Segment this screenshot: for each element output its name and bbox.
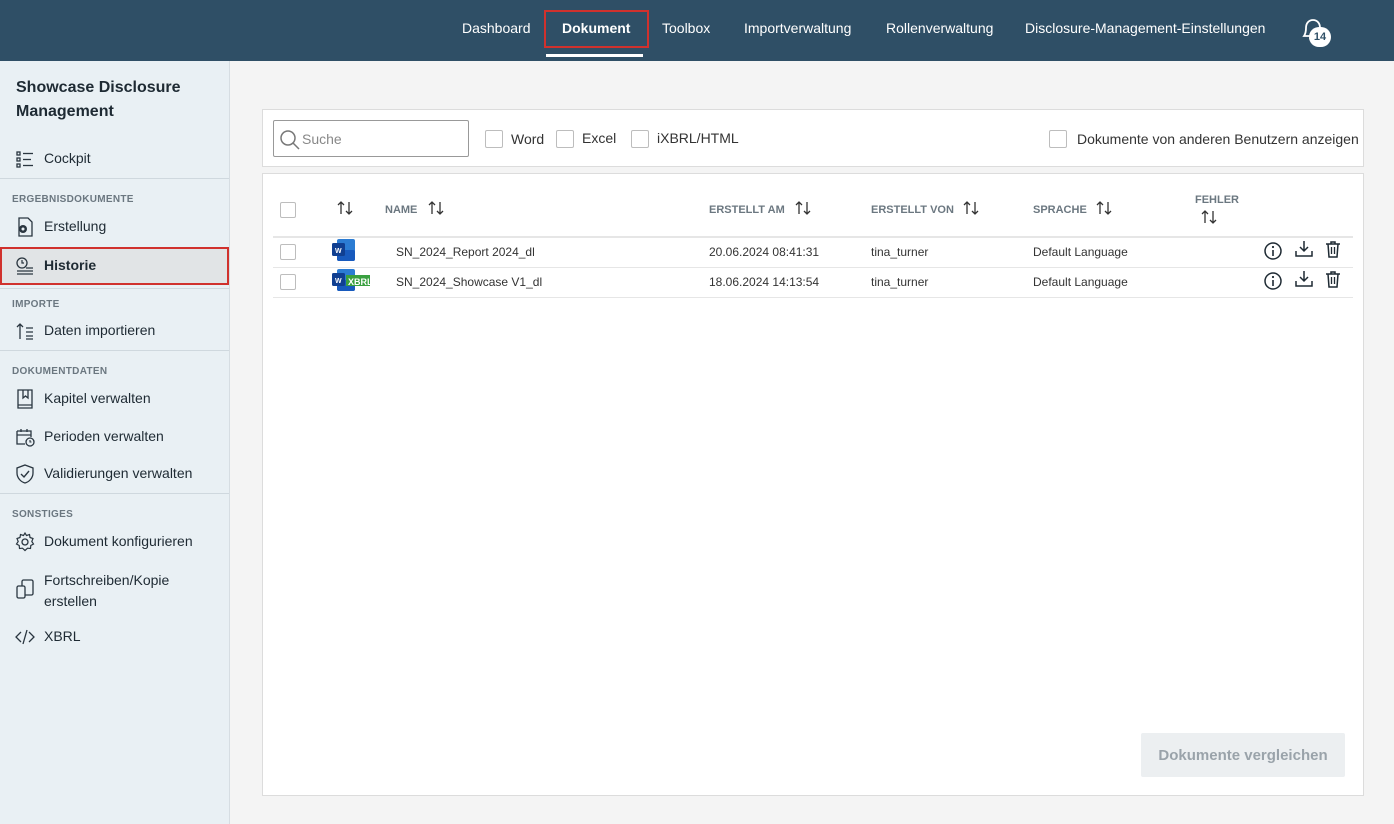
notification-badge: 14 — [1309, 27, 1331, 47]
sidebar-item-daten-importieren[interactable]: Daten importieren — [0, 314, 229, 348]
nav-rollenverwaltung[interactable]: Rollenverwaltung — [886, 0, 993, 58]
sidebar-item-label: Fortschreiben/Kopie — [44, 572, 170, 588]
sidebar-item-perioden[interactable]: Perioden verwalten — [0, 420, 229, 454]
row-divider — [273, 297, 1353, 298]
row-checkbox[interactable] — [280, 244, 296, 260]
nav-importverwaltung[interactable]: Importverwaltung — [744, 0, 851, 58]
active-tab-indicator — [546, 54, 643, 57]
header-sprache[interactable]: SPRACHE — [1033, 204, 1087, 216]
row-name[interactable]: SN_2024_Report 2024_dl — [396, 245, 535, 259]
sidebar-title: Showcase Disclosure Management — [16, 79, 181, 120]
word-label: Word — [511, 131, 545, 147]
header-fehler[interactable]: FEHLER — [1195, 194, 1239, 206]
select-all-checkbox[interactable] — [280, 202, 296, 218]
download-icon[interactable] — [1294, 269, 1314, 289]
sort-icon[interactable] — [1096, 200, 1112, 216]
document-create-icon — [18, 217, 33, 237]
svg-text:W: W — [335, 248, 342, 255]
sort-icon[interactable] — [795, 200, 811, 216]
header-divider — [273, 236, 1353, 238]
row-date: 20.06.2024 08:41:31 — [709, 245, 820, 259]
row-date: 18.06.2024 14:13:54 — [709, 275, 820, 289]
sidebar-item-cockpit[interactable]: Cockpit — [0, 142, 229, 176]
sidebar-item-label: Kapitel verwalten — [44, 390, 151, 406]
sidebar-item-label: Validierungen verwalten — [44, 465, 193, 481]
download-icon[interactable] — [1294, 239, 1314, 259]
row-language: Default Language — [1033, 245, 1128, 259]
search-input[interactable] — [302, 129, 462, 149]
filter-bar: Word Excel iXBRL/HTML Dokumente von ande… — [262, 109, 1364, 167]
sidebar-item-label: Dokument konfigurieren — [44, 533, 193, 549]
word-checkbox[interactable] — [485, 130, 503, 148]
word-file-icon: W — [332, 239, 355, 261]
section-label-sonstiges: SONSTIGES — [12, 509, 74, 520]
row-divider — [273, 267, 1353, 268]
nav-toolbox[interactable]: Toolbox — [662, 0, 710, 58]
excel-label: Excel — [582, 130, 617, 146]
section-label-dokumentdaten: DOKUMENTDATEN — [12, 366, 108, 377]
sort-icon[interactable] — [428, 200, 444, 216]
documents-table: NAME ERSTELLT AM ERSTELLT VON SPRACHE FE… — [262, 173, 1364, 796]
info-icon[interactable] — [1263, 271, 1283, 291]
divider — [0, 350, 229, 351]
copy-device-icon — [16, 579, 34, 599]
header-erstellt-von[interactable]: ERSTELLT VON — [871, 204, 954, 216]
divider — [0, 178, 229, 179]
top-nav-bar: Dashboard Dokument Toolbox Importverwalt… — [0, 0, 1394, 61]
excel-checkbox[interactable] — [556, 130, 574, 148]
sidebar-item-label: Daten importieren — [44, 322, 156, 338]
compare-documents-button[interactable]: Dokumente vergleichen — [1141, 733, 1345, 777]
xbrl-badge: XBRL — [348, 277, 373, 287]
sidebar-item-konfigurieren[interactable]: Dokument konfigurieren — [0, 525, 229, 559]
sidebar: Showcase Disclosure Management Cockpit E… — [0, 61, 230, 824]
sort-icon[interactable] — [963, 200, 979, 216]
search-icon — [280, 130, 300, 150]
sidebar-item-label: XBRL — [44, 628, 81, 644]
import-icon — [16, 323, 33, 340]
ixbrl-checkbox[interactable] — [631, 130, 649, 148]
row-user: tina_turner — [871, 275, 929, 289]
code-icon — [15, 629, 35, 645]
cockpit-icon — [16, 151, 33, 168]
divider — [0, 493, 229, 494]
sidebar-item-xbrl[interactable]: XBRL — [0, 620, 229, 654]
sidebar-item-validierungen[interactable]: Validierungen verwalten — [0, 457, 229, 491]
info-icon[interactable] — [1263, 241, 1283, 261]
sidebar-item-label: Perioden verwalten — [44, 428, 164, 444]
section-label-ergebnis: ERGEBNISDOKUMENTE — [12, 194, 134, 205]
other-users-checkbox[interactable] — [1049, 130, 1067, 148]
sidebar-highlight-box — [0, 247, 229, 285]
row-checkbox[interactable] — [280, 274, 296, 290]
gear-icon — [15, 531, 35, 552]
shield-check-icon — [16, 464, 34, 484]
book-icon — [17, 389, 33, 409]
svg-text:W: W — [335, 278, 342, 285]
header-name[interactable]: NAME — [385, 204, 417, 216]
nav-dashboard[interactable]: Dashboard — [462, 0, 531, 58]
sidebar-item-kapitel[interactable]: Kapitel verwalten — [0, 382, 229, 416]
nav-highlight-box — [544, 10, 649, 48]
sidebar-item-label: Erstellung — [44, 218, 107, 234]
nav-disclosure-settings[interactable]: Disclosure-Management-Einstellungen — [1025, 0, 1265, 58]
row-user: tina_turner — [871, 245, 929, 259]
calendar-clock-icon — [16, 429, 35, 447]
sort-icon[interactable] — [1201, 209, 1217, 225]
trash-icon[interactable] — [1323, 239, 1343, 259]
sidebar-item-fortschreiben[interactable]: Fortschreiben/Kopie erstellen — [0, 562, 229, 612]
row-language: Default Language — [1033, 275, 1128, 289]
sort-icon[interactable] — [337, 200, 353, 216]
row-name[interactable]: SN_2024_Showcase V1_dl — [396, 275, 542, 289]
sidebar-item-label: Cockpit — [44, 150, 91, 166]
search-box[interactable] — [273, 120, 469, 157]
header-erstellt-am[interactable]: ERSTELLT AM — [709, 204, 785, 216]
sidebar-item-label: erstellen — [44, 593, 97, 609]
ixbrl-label: iXBRL/HTML — [657, 130, 739, 146]
divider — [0, 288, 229, 289]
other-users-label: Dokumente von anderen Benutzern anzeigen — [1077, 131, 1359, 147]
sidebar-item-erstellung[interactable]: Erstellung — [0, 210, 229, 244]
section-label-importe: IMPORTE — [12, 299, 60, 310]
trash-icon[interactable] — [1323, 269, 1343, 289]
